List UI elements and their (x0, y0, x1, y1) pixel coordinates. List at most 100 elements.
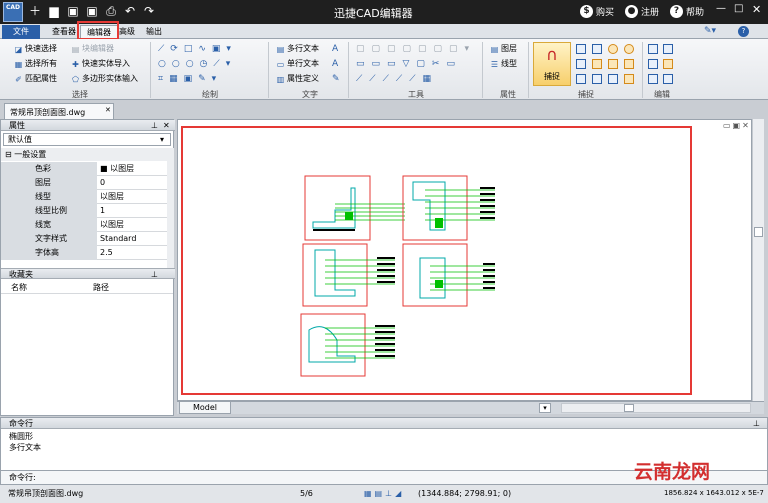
layer-button[interactable]: ▤ 图层 (490, 43, 517, 55)
property-value[interactable]: 2.5 (98, 246, 113, 260)
ribbon-separator (150, 42, 151, 98)
snap-extension-icon[interactable] (608, 74, 618, 84)
tools-row-2[interactable]: ▭▭▭▽▢✂▭ (356, 58, 462, 70)
text-style-icon[interactable]: A (332, 43, 338, 55)
snap-parallel-icon[interactable] (624, 74, 634, 84)
copy-base-icon[interactable] (648, 74, 658, 84)
tab-file[interactable]: 文件 (2, 25, 40, 39)
snap-endpoint-icon[interactable] (576, 44, 586, 54)
property-row[interactable]: 图层 0 (1, 176, 167, 190)
draw-tools-row-2[interactable]: ○○○◷⟋▾ (158, 58, 236, 70)
register-icon[interactable]: ● (625, 5, 638, 18)
redo-icon[interactable]: ↷ (142, 4, 156, 18)
quick-select-button[interactable]: ◪ 快速选择 (14, 43, 57, 55)
register-link[interactable]: 注册 (641, 5, 659, 18)
close-icon[interactable]: ✕ (752, 3, 761, 16)
save-as-icon[interactable]: ▣ (85, 4, 99, 18)
column-name[interactable]: 名称 (11, 281, 27, 294)
model-tab[interactable]: Model (179, 402, 231, 414)
delete-icon[interactable] (663, 74, 673, 84)
undo-icon[interactable]: ↶ (123, 4, 137, 18)
style-icon[interactable]: ✎▾ (704, 26, 718, 37)
pin-icon[interactable]: ⊥ (151, 269, 158, 280)
property-value[interactable]: 1 (98, 204, 105, 218)
snap-button[interactable]: ∩ 捕捉 (533, 42, 571, 86)
text-edit-icon[interactable]: A (332, 58, 338, 70)
property-row[interactable]: 线型比例 1 (1, 204, 167, 218)
property-value[interactable]: ■ 以图层 (98, 162, 134, 176)
document-tab-bar (0, 101, 768, 119)
snap-node-icon[interactable] (592, 59, 602, 69)
select-all-button[interactable]: ▦ 选择所有 (14, 58, 57, 70)
tab-output[interactable]: 输出 (140, 25, 168, 39)
chevron-down-icon[interactable]: ▾ (539, 403, 551, 413)
linetype-button[interactable]: ☰ 线型 (490, 58, 517, 70)
viewport-controls[interactable]: ▭▣✕ (723, 121, 751, 130)
text-find-icon[interactable]: ✎ (332, 73, 340, 85)
status-toggle-icons[interactable]: ▦▤⊥◢ (364, 485, 404, 502)
edit-tools-grid (648, 44, 678, 88)
document-tab[interactable]: 常规吊顶剖面图.dwg ✕ (4, 103, 114, 119)
properties-combo[interactable]: 默认值 ▾ (3, 133, 171, 146)
attribute-define-button[interactable]: ▥ 属性定义 (276, 73, 319, 85)
snap-center-icon[interactable] (608, 44, 618, 54)
minimize-icon[interactable]: — (716, 3, 726, 14)
ribbon-help-icon[interactable]: ? (738, 26, 749, 37)
pin-icon[interactable]: ⊥ (753, 418, 760, 429)
snap-modes-grid (576, 44, 638, 88)
property-row[interactable]: 色彩 ■ 以图层 (1, 162, 167, 176)
property-value[interactable]: Standard (98, 232, 136, 246)
collapse-icon: ⊟ (5, 150, 12, 159)
paste-icon[interactable] (663, 44, 673, 54)
scroll-thumb[interactable] (624, 404, 634, 412)
scroll-thumb[interactable] (754, 227, 763, 237)
panel-close-icon[interactable]: ✕ (163, 120, 170, 131)
buy-link[interactable]: 购买 (596, 5, 614, 18)
column-path[interactable]: 路径 (93, 281, 109, 294)
snap-midpoint-icon[interactable] (576, 59, 586, 69)
property-row[interactable]: 线型 以图层 (1, 190, 167, 204)
snap-tangent-icon[interactable] (592, 74, 602, 84)
match-properties-button[interactable]: ✐ 匹配属性 (14, 73, 57, 85)
pin-icon[interactable]: ⊥ (151, 120, 158, 131)
property-value[interactable]: 以图层 (98, 190, 124, 204)
command-line: 多行文本 (9, 443, 41, 452)
properties-scrollbar[interactable] (167, 148, 174, 268)
snap-perpendicular-icon[interactable] (592, 44, 602, 54)
snap-nearest-icon[interactable] (624, 59, 634, 69)
single-text-button[interactable]: ▭ 单行文本 (276, 58, 319, 70)
help-link[interactable]: 帮助 (686, 5, 704, 18)
draw-tools-row-3[interactable]: ⌗▦▣✎▾ (158, 73, 222, 85)
property-value[interactable]: 0 (98, 176, 105, 190)
canvas-vertical-scrollbar[interactable] (752, 119, 764, 401)
copy-icon[interactable] (648, 44, 658, 54)
property-group[interactable]: ⊟ 一般设置 (1, 148, 167, 161)
cut-icon[interactable] (648, 59, 658, 69)
polygon-entity-input-button[interactable]: ⬠ 多边形实体输入 (71, 73, 138, 85)
property-row[interactable]: 文字样式 Standard (1, 232, 167, 246)
save-icon[interactable]: ▣ (66, 4, 80, 18)
mtext-button[interactable]: ▤ 多行文本 (276, 43, 319, 55)
cad-drawing[interactable] (295, 170, 515, 380)
print-icon[interactable]: ⎙ (104, 4, 118, 18)
block-editor-button[interactable]: ▤ 块编辑器 (71, 43, 114, 55)
snap-insert-icon[interactable] (608, 59, 618, 69)
tools-row-1[interactable]: ▢▢▢▢▢▢▢▾ (356, 43, 476, 55)
snap-quadrant-icon[interactable] (624, 44, 634, 54)
property-key: 线型比例 (1, 204, 97, 218)
open-icon[interactable]: ▆ (47, 4, 61, 18)
help-icon[interactable]: ? (670, 5, 683, 18)
tools-row-3[interactable]: ⟋⟋⟋⟋⟋▦ (356, 73, 438, 85)
property-row[interactable]: 线宽 以图层 (1, 218, 167, 232)
buy-icon[interactable]: $ (580, 5, 593, 18)
canvas-horizontal-scrollbar[interactable] (561, 403, 751, 413)
snap-intersection-icon[interactable] (576, 74, 586, 84)
property-value[interactable]: 以图层 (98, 218, 124, 232)
close-document-icon[interactable]: ✕ (105, 106, 111, 114)
property-row[interactable]: 字体高 2.5 (1, 246, 167, 260)
maximize-icon[interactable]: □ (734, 3, 743, 14)
quick-entity-import-button[interactable]: ✚ 快速实体导入 (71, 58, 130, 70)
draw-tools-row-1[interactable]: ⟋⟳□∿▣▾ (158, 43, 237, 55)
new-icon[interactable]: ＋ (28, 4, 42, 18)
paste-special-icon[interactable] (663, 59, 673, 69)
